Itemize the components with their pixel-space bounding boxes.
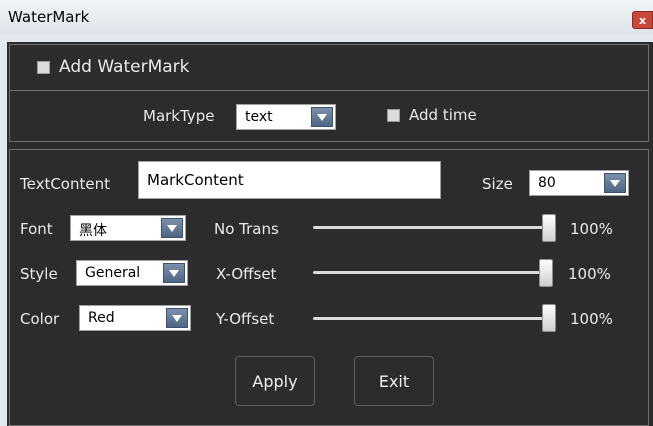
marktype-label: MarkType (143, 107, 215, 125)
size-value: 80 (538, 175, 556, 191)
y-offset-label: Y-Offset (216, 310, 275, 328)
chevron-down-icon (604, 173, 626, 193)
divider (9, 90, 649, 91)
style-select[interactable]: General (76, 260, 188, 286)
x-offset-slider-thumb[interactable] (539, 259, 553, 287)
no-trans-slider-track[interactable] (313, 226, 553, 229)
y-offset-slider-thumb[interactable] (542, 304, 556, 332)
add-watermark-label: Add WaterMark (59, 57, 190, 77)
size-label: Size (482, 175, 513, 193)
close-button[interactable]: x (632, 11, 653, 29)
font-label: Font (20, 220, 53, 238)
window-title: WaterMark (8, 8, 90, 26)
y-offset-value: 100% (570, 310, 613, 328)
no-trans-value: 100% (570, 220, 613, 238)
watermark-dialog: WaterMark x Add WaterMark MarkType text … (0, 0, 653, 426)
apply-button[interactable]: Apply (235, 356, 315, 406)
title-bar[interactable]: WaterMark x (0, 0, 653, 34)
chevron-down-icon (311, 107, 333, 127)
x-offset-label: X-Offset (216, 265, 277, 283)
x-offset-slider-track[interactable] (313, 271, 553, 274)
font-select[interactable]: 黑体 (70, 215, 186, 241)
font-value: 黑体 (79, 223, 107, 239)
style-label: Style (20, 265, 58, 283)
textcontent-label: TextContent (20, 175, 110, 193)
no-trans-label: No Trans (214, 220, 279, 238)
color-value: Red (88, 310, 115, 326)
add-watermark-checkbox[interactable] (37, 61, 50, 74)
dialog-body: Add WaterMark MarkType text Add time Tex… (7, 42, 653, 426)
chevron-down-icon (163, 263, 185, 283)
style-value: General (85, 265, 141, 281)
color-select[interactable]: Red (79, 305, 191, 331)
size-select[interactable]: 80 (529, 170, 629, 196)
marktype-value: text (245, 109, 273, 125)
exit-button[interactable]: Exit (354, 356, 434, 406)
textcontent-input-box (138, 161, 441, 199)
marktype-select[interactable]: text (236, 104, 336, 130)
x-offset-value: 100% (568, 265, 611, 283)
no-trans-slider-thumb[interactable] (542, 214, 556, 242)
chevron-down-icon (166, 308, 188, 328)
y-offset-slider-track[interactable] (313, 317, 553, 320)
chevron-down-icon (161, 218, 183, 238)
add-time-checkbox[interactable] (387, 109, 400, 122)
textcontent-input[interactable] (139, 162, 440, 198)
color-label: Color (20, 310, 60, 328)
add-time-label: Add time (409, 106, 477, 124)
